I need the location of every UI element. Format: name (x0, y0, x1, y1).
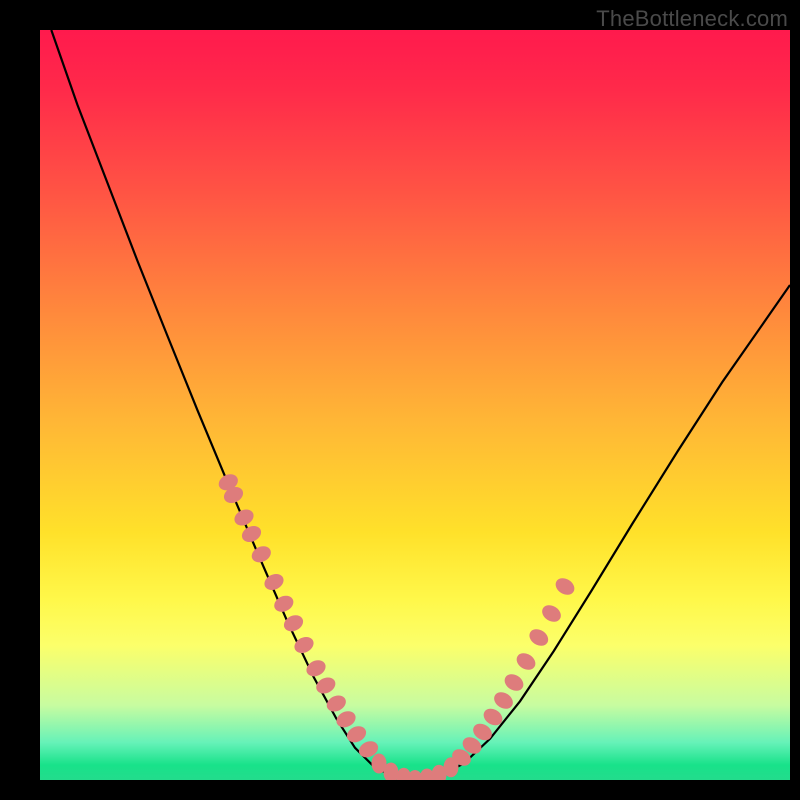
dot (324, 692, 349, 714)
watermark-text: TheBottleneck.com (596, 6, 788, 32)
dot (304, 657, 329, 679)
overlay-dots (216, 471, 577, 780)
dot (314, 674, 339, 696)
dot (526, 626, 551, 649)
dot (239, 523, 264, 545)
plot-area (40, 30, 790, 780)
dot (491, 689, 516, 712)
chart-svg (40, 30, 790, 780)
dot (262, 571, 287, 593)
dot (539, 602, 564, 625)
dot (553, 575, 578, 598)
dot (502, 671, 527, 694)
v-curve-path (51, 30, 790, 780)
chart-frame: TheBottleneck.com (0, 0, 800, 800)
dot (514, 650, 539, 673)
dot (249, 543, 274, 565)
dot (232, 506, 257, 528)
